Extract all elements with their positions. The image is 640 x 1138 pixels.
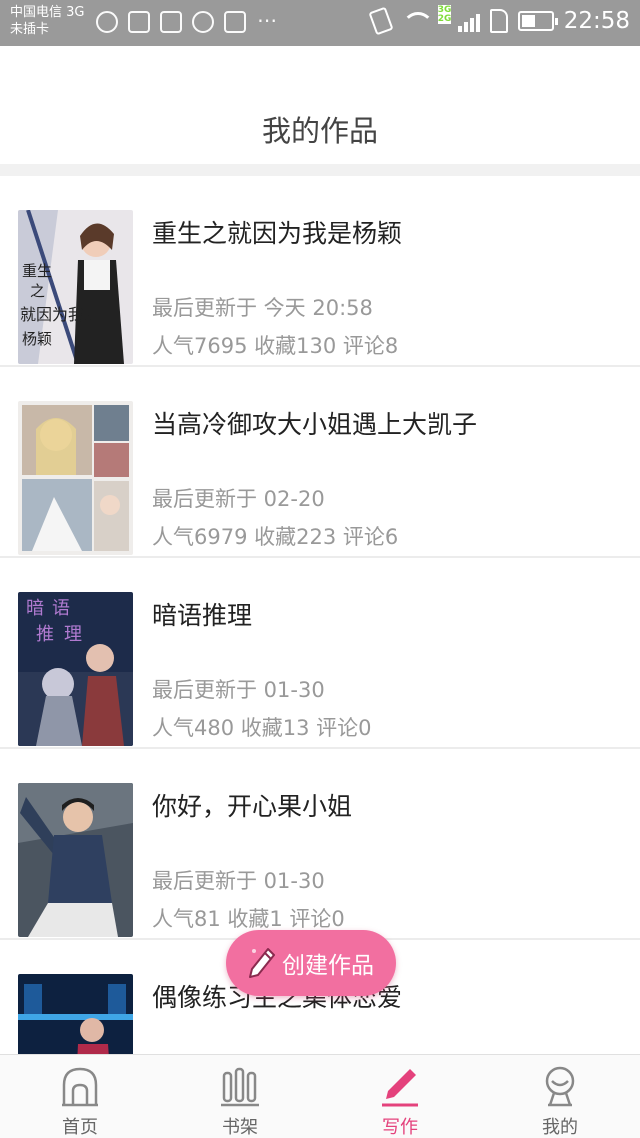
home-icon: [62, 1067, 98, 1107]
bookshelf-icon: [221, 1067, 259, 1107]
more-notifications-icon: ⋯: [257, 8, 277, 32]
signal-icon: 3G 2G: [437, 5, 480, 32]
vibrate-icon: [368, 6, 394, 36]
cleaner-icon: [224, 11, 246, 33]
notification-icons: ⋯: [96, 8, 278, 33]
paw-icon: [96, 11, 118, 33]
cover-text-2: 之: [30, 282, 45, 300]
bottom-nav: 首页 书架 写作 我的: [0, 1054, 640, 1138]
work-updated: 最后更新于 01-30: [152, 678, 325, 702]
work-cover: [18, 401, 133, 555]
status-indicators: 3G 2G 22:58: [368, 5, 630, 36]
battery-icon: [517, 11, 558, 31]
network-type: 3G 2G: [437, 5, 452, 24]
image-icon: [160, 11, 182, 33]
create-work-button[interactable]: 创建作品: [226, 930, 396, 996]
nav-item-bookshelf[interactable]: 书架: [160, 1055, 320, 1138]
status-bar: 中国电信 3G 未插卡 ⋯ 3G 2G 22:58: [0, 0, 640, 46]
nav-item-home[interactable]: 首页: [0, 1055, 160, 1138]
sim-status: 未插卡: [10, 22, 50, 37]
carrier-info: 中国电信 3G 未插卡: [10, 4, 84, 38]
work-stats: 人气81 收藏1 评论0: [152, 907, 345, 931]
work-title: 暗语推理: [152, 601, 253, 630]
work-updated: 最后更新于 01-30: [152, 869, 325, 893]
cover-text-2: 语: [52, 598, 70, 619]
wifi-icon: [400, 10, 434, 32]
work-item[interactable]: 暗 语 推 理 暗语推理 最后更新于 01-30 人气480 收藏13 评论0: [0, 558, 640, 749]
work-item[interactable]: 你好，开心果小姐 最后更新于 01-30 人气81 收藏1 评论0: [0, 749, 640, 940]
work-item[interactable]: 重生 之 就因为我是 杨颖 重生之就因为我是杨颖 最后更新于 今天 20:58 …: [0, 176, 640, 367]
page-header: 我的作品: [0, 46, 640, 164]
cover-text-1: 暗: [26, 598, 44, 619]
header-divider: [0, 164, 640, 176]
cover-text-1: 重生: [22, 262, 52, 280]
work-stats: 人气480 收藏13 评论0: [152, 716, 372, 740]
app-icon: [128, 11, 150, 33]
nav-label: 写作: [382, 1117, 418, 1138]
create-work-label: 创建作品: [282, 953, 374, 979]
pencil-icon: [249, 948, 275, 978]
work-updated: 最后更新于 02-20: [152, 487, 325, 511]
nav-label: 书架: [222, 1117, 258, 1138]
work-cover: 重生 之 就因为我是 杨颖: [18, 210, 133, 364]
work-stats: 人气6979 收藏223 评论6: [152, 525, 399, 549]
work-title: 重生之就因为我是杨颖: [152, 219, 403, 248]
work-stats: 人气7695 收藏130 评论8: [152, 334, 399, 358]
cover-text-3: 推: [36, 624, 54, 645]
work-cover: [18, 783, 133, 937]
work-title: 你好，开心果小姐: [152, 792, 353, 821]
work-updated: 最后更新于 今天 20:58: [152, 296, 373, 320]
carrier-name: 中国电信 3G: [10, 5, 85, 20]
cover-text-4: 理: [64, 624, 82, 645]
sim-alert-icon: [489, 9, 508, 33]
pen-icon: [382, 1069, 418, 1107]
work-cover: [18, 974, 133, 1054]
nav-label: 我的: [542, 1117, 578, 1138]
cover-text-3: 就因为我是: [20, 305, 100, 324]
work-title: 当高冷御攻大小姐遇上大凯子: [152, 410, 478, 439]
nav-item-profile[interactable]: 我的: [480, 1055, 640, 1138]
cover-text-4: 杨颖: [22, 330, 52, 348]
clock: 22:58: [563, 8, 630, 34]
work-item[interactable]: 当高冷御攻大小姐遇上大凯子 最后更新于 02-20 人气6979 收藏223 评…: [0, 367, 640, 558]
profile-icon: [545, 1066, 575, 1107]
nav-item-write[interactable]: 写作: [320, 1055, 480, 1138]
work-cover: 暗 语 推 理: [18, 592, 133, 746]
bulb-icon: [192, 11, 214, 33]
works-list: 重生 之 就因为我是 杨颖 重生之就因为我是杨颖 最后更新于 今天 20:58 …: [0, 176, 640, 1054]
page-title: 我的作品: [261, 114, 378, 148]
nav-label: 首页: [62, 1117, 98, 1138]
